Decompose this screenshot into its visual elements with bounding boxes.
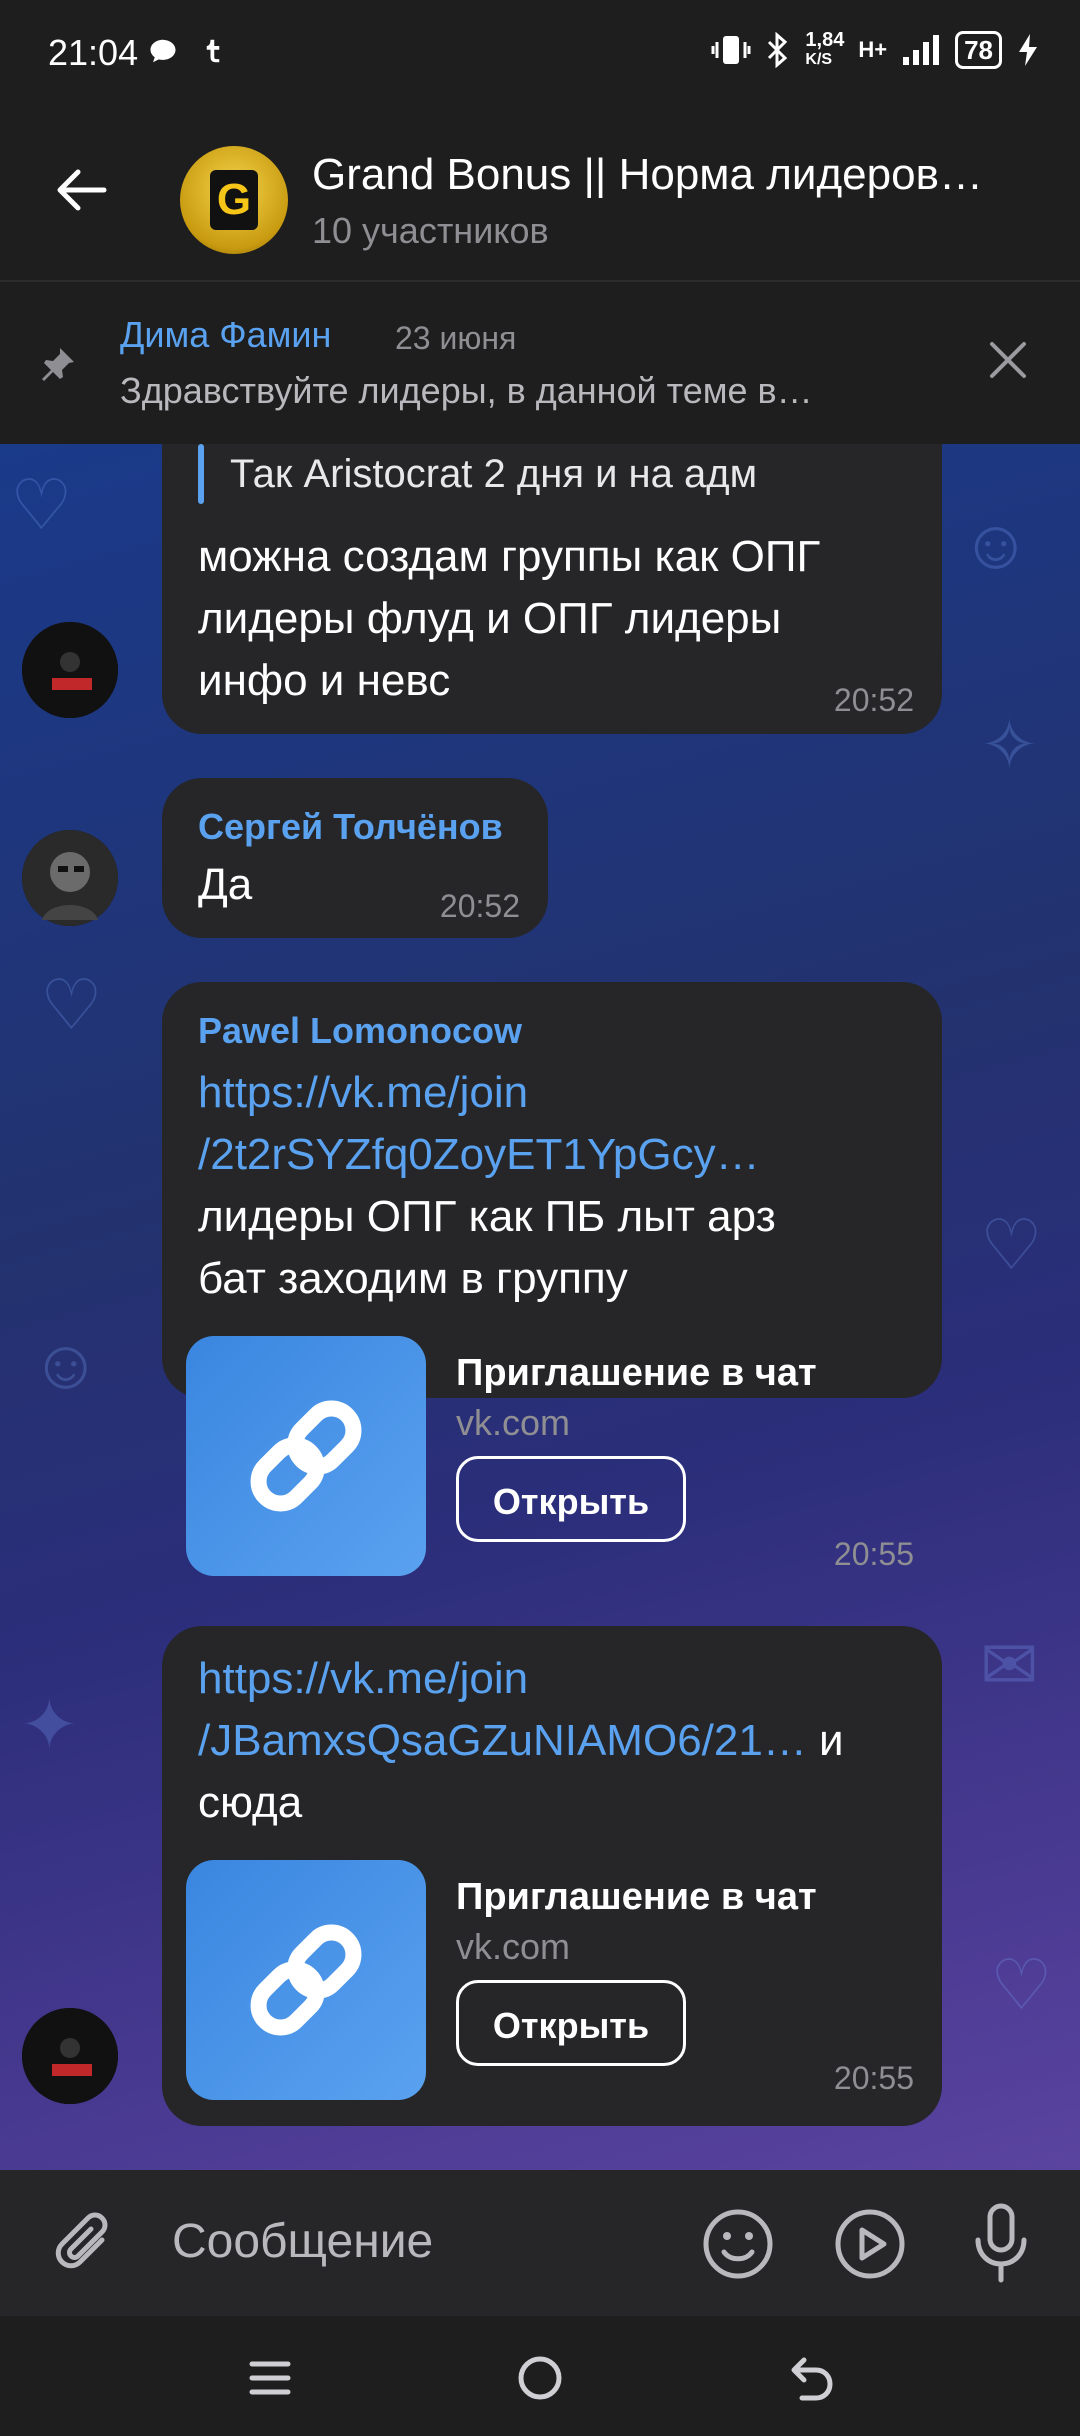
system-nav-bar [0, 2316, 1080, 2436]
status-bar: 21:04 1,84 K/S H+ 78 [0, 0, 1080, 110]
speed-unit: K/S [805, 51, 833, 68]
menu-icon[interactable] [246, 2354, 294, 2402]
message-text: Да [198, 860, 253, 909]
message-line: лидеры флуд и ОПГ лидеры [198, 594, 782, 643]
message-bubble[interactable]: https://vk.me/join /JBamxsQsaGZuNIAMO6/2… [162, 1626, 942, 2126]
pinned-message[interactable]: Дима Фамин 23 июня Здравствуйте лидеры, … [0, 282, 1080, 444]
doodle-heart-icon: ♡ [990, 1946, 1053, 2024]
link-text[interactable]: https://vk.me/join [198, 1654, 528, 1703]
network-speed: 1,84 K/S [805, 30, 844, 70]
speed-value: 1,84 [805, 29, 845, 51]
back-icon[interactable] [786, 2352, 838, 2404]
back-arrow-icon[interactable] [50, 160, 110, 220]
emoji-icon[interactable] [700, 2206, 776, 2282]
vibrate-icon [711, 36, 751, 64]
link-preview-image[interactable] [186, 1860, 426, 2100]
message-link[interactable]: https://vk.me/join [198, 1648, 528, 1710]
message-list[interactable]: ♡ ☺ ✧ ☺ ♡ ✦ ✉ ♡ ☺ ♡ Так Aristocrat 2 дня… [0, 444, 1080, 2170]
avatar[interactable] [22, 830, 118, 926]
message-line: сюда [198, 1778, 303, 1827]
chat-avatar[interactable]: G [180, 146, 288, 254]
message-line: инфо и невс [198, 656, 451, 705]
doodle-smile-icon: ☺ [960, 505, 1032, 583]
chat-title[interactable]: Grand Bonus || Норма лидеров… [312, 150, 983, 200]
open-button[interactable]: Открыть [456, 1980, 686, 2066]
link-icon [250, 1400, 362, 1512]
signal-icon [903, 35, 940, 65]
message-bubble[interactable]: Так Aristocrat 2 дня и на адм можна созд… [162, 444, 942, 734]
video-message-icon[interactable] [832, 2206, 908, 2282]
link-icon [250, 1924, 362, 2036]
chat-header: G Grand Bonus || Норма лидеров… 10 участ… [0, 110, 1080, 282]
close-icon[interactable] [986, 338, 1030, 382]
doodle-gift-icon: ✉ [980, 1626, 1039, 1704]
link-preview-title: Приглашение в чат [456, 1876, 817, 1918]
network-type: H+ [858, 37, 888, 62]
attach-icon[interactable] [52, 2210, 122, 2280]
sender-name[interactable]: Сергей Толчёнов [198, 806, 503, 848]
doodle-smile-icon: ☺ [30, 1325, 102, 1403]
message-bubble[interactable]: Сергей Толчёнов Да 20:52 [162, 778, 548, 938]
message-composer: Сообщение [0, 2170, 1080, 2316]
avatar[interactable] [22, 622, 118, 718]
chat-notification-icon [150, 39, 176, 63]
charging-icon [1019, 34, 1037, 66]
doodle-star-icon: ✦ [20, 1686, 79, 1764]
link-text[interactable]: /JBamxsQsaGZuNIAMO6/21… [198, 1716, 807, 1765]
link-preview-container: Приглашение в чат vk.com Открыть 20:55 [162, 982, 942, 1642]
bluetooth-icon [768, 32, 788, 68]
message-time: 20:55 [833, 2060, 914, 2096]
message-time: 20:55 [833, 1536, 914, 1572]
chat-member-count: 10 участников [312, 210, 549, 251]
message-time: 20:52 [833, 682, 914, 718]
doodle-heart-icon: ♡ [40, 966, 103, 1044]
avatar-image [22, 2008, 118, 2104]
avatar-image [22, 830, 118, 926]
reply-quote[interactable]: Так Aristocrat 2 дня и на адм [230, 452, 757, 497]
avatar-letter: G [210, 170, 258, 230]
message-line: можна создам группы как ОПГ [198, 532, 821, 581]
reply-bar [198, 444, 204, 504]
doodle-heart-icon: ♡ [10, 466, 73, 544]
home-icon[interactable] [514, 2352, 566, 2404]
pinned-date: 23 июня [395, 320, 517, 356]
message-input[interactable]: Сообщение [172, 2214, 433, 2269]
message-time: 20:52 [439, 888, 520, 924]
link-tail-text: и [806, 1716, 844, 1765]
notification-icons [148, 36, 228, 66]
pin-icon [42, 348, 74, 381]
message-link-line: /JBamxsQsaGZuNIAMO6/21… и [198, 1710, 844, 1772]
link-preview-site: vk.com [456, 1926, 571, 1967]
battery-indicator: 78 [955, 31, 1002, 69]
link-preview-image[interactable] [186, 1336, 426, 1576]
avatar-image [22, 622, 118, 718]
pinned-text: Здравствуйте лидеры, в данной теме в… [120, 370, 813, 411]
open-button[interactable]: Открыть [456, 1456, 686, 1542]
status-time: 21:04 [48, 32, 139, 73]
tumblr-icon [206, 39, 220, 63]
pinned-author: Дима Фамин [120, 314, 332, 355]
status-right: 1,84 K/S H+ 78 [711, 30, 1040, 70]
doodle-star-icon: ✧ [980, 706, 1039, 784]
link-preview-title: Приглашение в чат [456, 1352, 817, 1394]
avatar[interactable] [22, 2008, 118, 2104]
link-preview-site: vk.com [456, 1402, 571, 1443]
doodle-heart-icon: ♡ [980, 1206, 1043, 1284]
microphone-icon[interactable] [966, 2202, 1036, 2286]
